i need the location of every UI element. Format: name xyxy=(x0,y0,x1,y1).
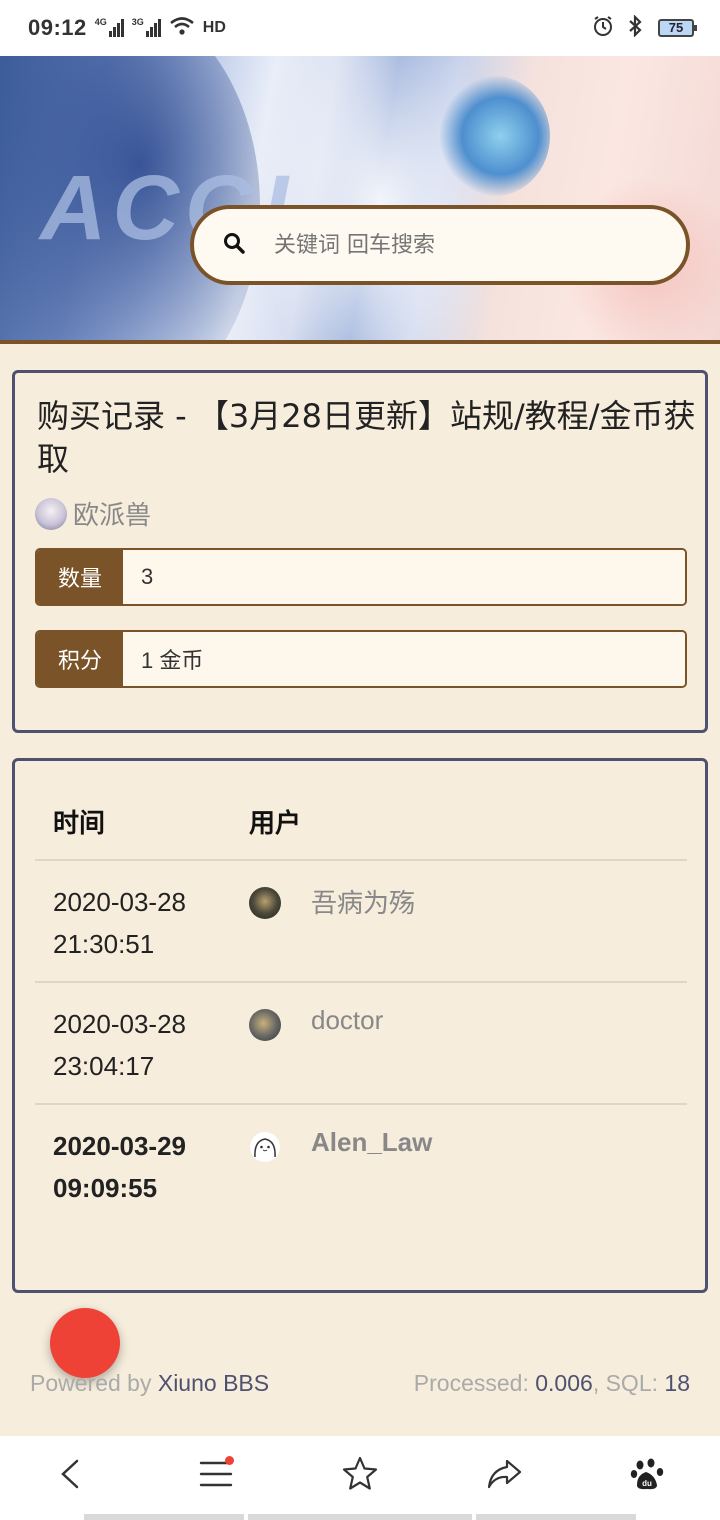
table-row: 2020-03-28 23:04:17 doctor xyxy=(35,983,687,1105)
notification-dot xyxy=(225,1456,234,1465)
xiuno-link[interactable]: Xiuno BBS xyxy=(158,1370,269,1396)
record-username[interactable]: Alen_Law xyxy=(311,1127,432,1158)
avatar[interactable] xyxy=(249,1009,281,1041)
record-username[interactable]: 吾病为殇 xyxy=(311,883,415,920)
table-row: 2020-03-28 21:30:51 吾病为殇 xyxy=(35,861,687,983)
header-banner: ACGI xyxy=(0,56,720,344)
powered-by: Powered by Xiuno BBS xyxy=(30,1370,270,1396)
back-button[interactable] xyxy=(42,1444,102,1504)
signal-4g-icon: 4G xyxy=(95,17,124,37)
quantity-label: 数量 xyxy=(37,550,123,604)
svg-text:du: du xyxy=(642,1479,652,1488)
points-label: 积分 xyxy=(37,632,123,686)
processed-stats: Processed: 0.006, SQL: 18 xyxy=(413,1370,690,1396)
table-row: 2020-03-29 09:09:55 Alen_Law xyxy=(35,1105,687,1227)
purchase-records-table: 时间 用户 2020-03-28 21:30:51 吾病为殇 2020-03-2… xyxy=(12,758,708,1293)
author-name[interactable]: 欧派兽 xyxy=(73,495,151,532)
column-header-time: 时间 xyxy=(53,809,106,839)
battery-indicator: 75 xyxy=(658,19,697,37)
avatar[interactable] xyxy=(249,887,281,919)
share-icon xyxy=(487,1459,522,1489)
record-username[interactable]: doctor xyxy=(311,1005,383,1036)
share-button[interactable] xyxy=(474,1444,534,1504)
browser-bottom-nav: du xyxy=(0,1436,720,1520)
table-header: 时间 用户 xyxy=(35,789,687,861)
avatar[interactable] xyxy=(249,1131,281,1163)
record-time: 2020-03-29 09:09:55 xyxy=(53,1131,186,1203)
baidu-button[interactable]: du xyxy=(618,1444,678,1504)
search-input[interactable] xyxy=(274,232,634,258)
record-time: 2020-03-28 21:30:51 xyxy=(53,887,186,959)
menu-button[interactable] xyxy=(186,1444,246,1504)
alarm-icon xyxy=(592,15,614,41)
column-header-user: 用户 xyxy=(249,809,302,839)
signal-3g-icon: 3G xyxy=(132,17,161,37)
points-value: 1 金币 xyxy=(123,632,685,686)
search-icon[interactable] xyxy=(222,231,246,259)
star-icon xyxy=(342,1456,378,1490)
record-time: 2020-03-28 23:04:17 xyxy=(53,1009,186,1081)
status-time: 09:12 xyxy=(28,15,87,40)
wifi-icon xyxy=(169,16,195,40)
back-icon xyxy=(61,1459,79,1489)
search-box[interactable] xyxy=(190,205,690,285)
bookmark-button[interactable] xyxy=(330,1444,390,1504)
bluetooth-icon xyxy=(626,14,646,41)
quantity-field: 数量 3 xyxy=(35,548,687,606)
processed-time: 0.006 xyxy=(535,1370,593,1396)
thread-title[interactable]: 购买记录 - 【3月28日更新】站规/教程/金币获取 xyxy=(37,395,697,481)
sql-count: 18 xyxy=(664,1370,690,1396)
baidu-paw-icon: du xyxy=(630,1458,664,1490)
status-bar: 09:12 4G 3G HD 75 xyxy=(0,0,720,56)
gesture-bar xyxy=(84,1514,244,1520)
hd-icon: HD xyxy=(202,19,226,36)
floating-action-button[interactable] xyxy=(50,1308,120,1378)
quantity-value: 3 xyxy=(123,550,685,604)
points-field: 积分 1 金币 xyxy=(35,630,687,688)
avatar[interactable] xyxy=(35,497,67,530)
thread-info-card: 购买记录 - 【3月28日更新】站规/教程/金币获取 欧派兽 数量 3 积分 1… xyxy=(12,370,708,733)
thread-author[interactable]: 欧派兽 xyxy=(35,495,151,532)
